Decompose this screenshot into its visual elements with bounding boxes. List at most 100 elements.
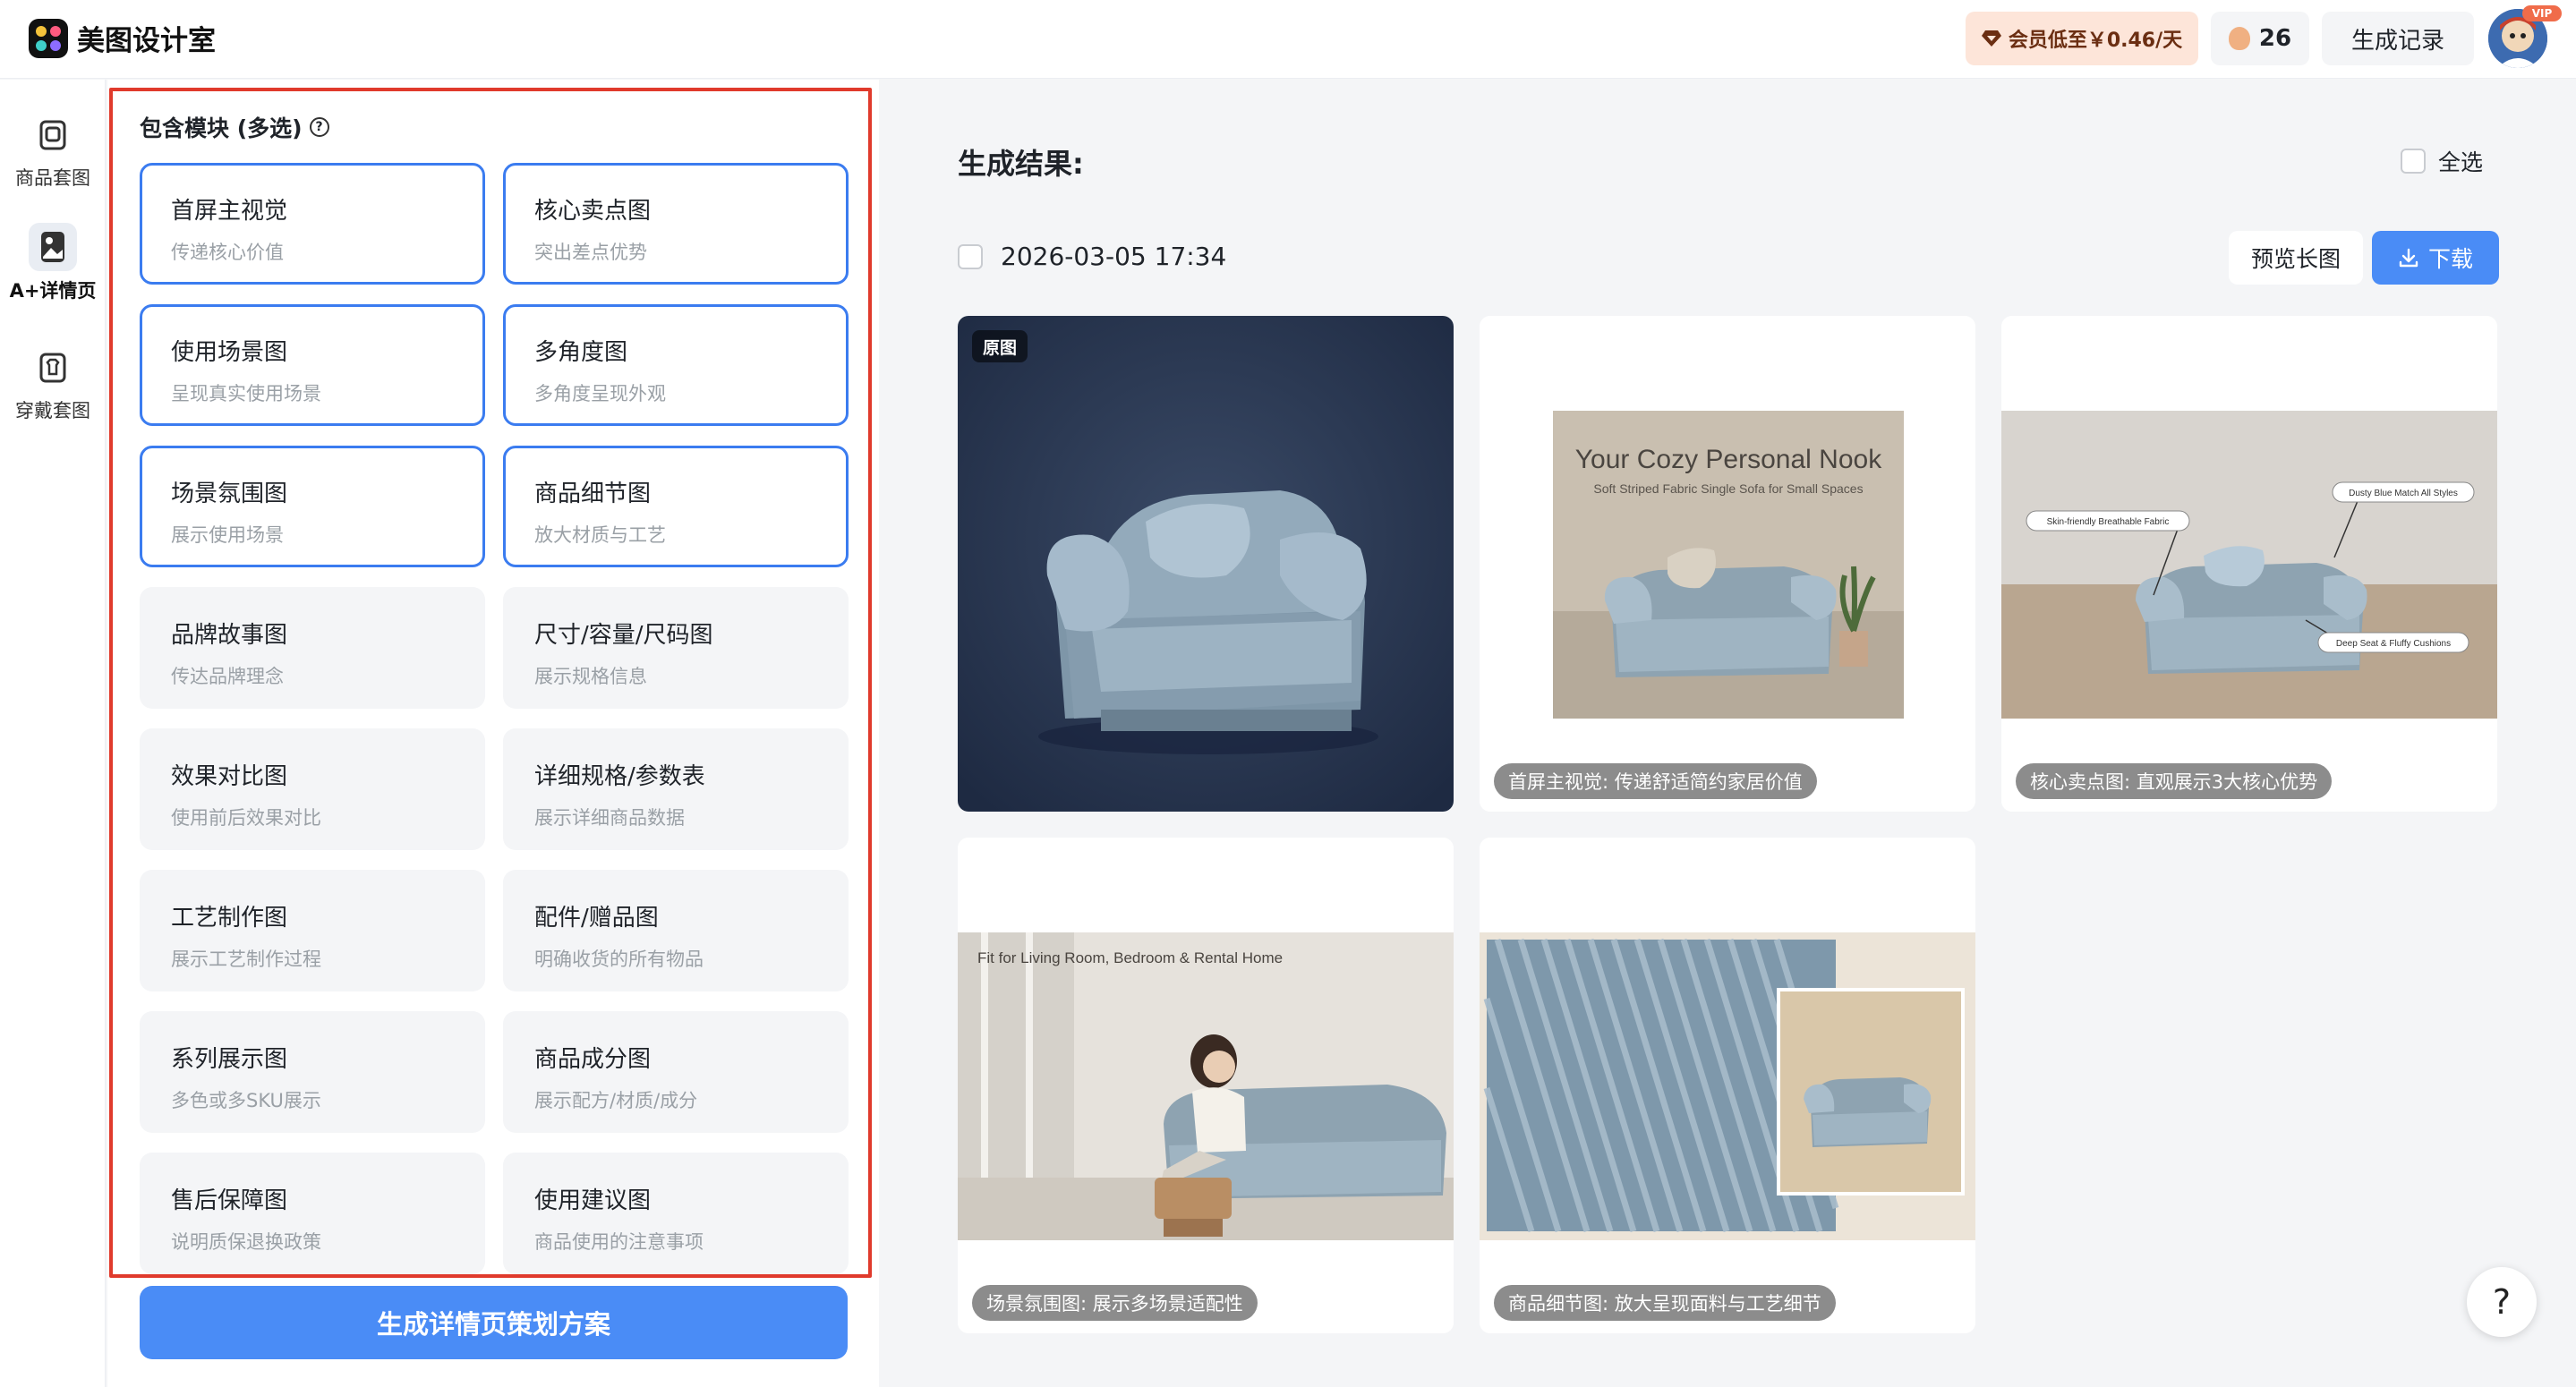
module-title: 效果对比图 xyxy=(171,763,288,790)
hero-subline: Soft Striped Fabric Single Sofa for Smal… xyxy=(1593,481,1863,496)
module-title: 详细规格/参数表 xyxy=(534,763,705,790)
module-title: 商品细节图 xyxy=(534,481,652,507)
module-card[interactable]: 使用场景图呈现真实使用场景 xyxy=(140,304,485,426)
module-card[interactable]: 场景氛围图展示使用场景 xyxy=(140,446,485,567)
result-image-scene[interactable]: Fit for Living Room, Bedroom & Rental Ho… xyxy=(958,838,1454,1333)
diamond-icon xyxy=(1981,30,2001,47)
select-all-checkbox[interactable] xyxy=(2401,149,2426,174)
select-all[interactable]: 全选 xyxy=(2401,145,2483,177)
module-title: 品牌故事图 xyxy=(171,622,288,649)
module-desc: 展示详细商品数据 xyxy=(534,807,685,829)
sidebar-item-wearable-set[interactable]: 穿戴套图 xyxy=(0,343,106,423)
sidebar-item-detail-page[interactable]: A+详情页 xyxy=(0,223,106,303)
vip-badge: VIP xyxy=(2522,5,2562,21)
module-card[interactable]: 首屏主视觉 传递核心价值 xyxy=(140,163,485,285)
result-image-selling-points[interactable]: Skin-friendly Breathable Fabric Dusty Bl… xyxy=(2001,316,2497,812)
preview-long-image-button[interactable]: 预览长图 xyxy=(2229,231,2363,285)
module-card[interactable]: 多角度图 多角度呈现外观 xyxy=(503,304,849,426)
app-logo[interactable]: 美图设计室 xyxy=(29,18,216,58)
sofa-photo xyxy=(958,316,1454,812)
result-image-hero[interactable]: Your Cozy Personal Nook Soft Striped Fab… xyxy=(1480,316,1975,812)
module-desc: 商品使用的注意事项 xyxy=(534,1231,704,1253)
module-desc: 说明质保退换政策 xyxy=(171,1231,321,1253)
modules-title: 包含模块 (多选) ? xyxy=(140,111,329,143)
image-caption: 商品细节图: 放大呈现面料与工艺细节 xyxy=(1494,1285,1836,1321)
batch-checkbox[interactable] xyxy=(958,243,983,269)
side-nav: 商品套图 A+详情页 穿戴套图 xyxy=(0,80,106,1387)
module-title: 核心卖点图 xyxy=(534,198,652,225)
module-card[interactable]: 系列展示图 多色或多SKU展示 xyxy=(140,1011,485,1133)
help-button[interactable]: ? xyxy=(2467,1267,2537,1337)
callout-text: Dusty Blue Match All Styles xyxy=(2349,489,2458,498)
module-title: 使用建议图 xyxy=(534,1187,652,1214)
module-card[interactable]: 品牌故事图传达品牌理念 xyxy=(140,587,485,709)
module-card[interactable]: 配件/赠品图 明确收货的所有物品 xyxy=(503,870,849,991)
generate-plan-button[interactable]: 生成详情页策划方案 xyxy=(140,1286,848,1359)
callout-text: Skin-friendly Breathable Fabric xyxy=(2047,517,2170,527)
module-desc: 传达品牌理念 xyxy=(171,666,284,687)
module-card[interactable]: 尺寸/容量/尺码图展示规格信息 xyxy=(503,587,849,709)
download-label: 下载 xyxy=(2427,246,2473,272)
wearable-set-icon xyxy=(29,343,77,391)
scene-visual: Fit for Living Room, Bedroom & Rental Ho… xyxy=(958,838,1454,1333)
module-title: 配件/赠品图 xyxy=(534,905,659,932)
module-title: 工艺制作图 xyxy=(171,905,288,932)
module-desc: 突出差点优势 xyxy=(534,242,647,263)
module-title: 商品成分图 xyxy=(534,1046,652,1073)
image-caption: 首屏主视觉: 传递舒适简约家居价值 xyxy=(1494,763,1817,799)
detail-visual xyxy=(1480,838,1975,1333)
image-caption: 核心卖点图: 直观展示3大核心优势 xyxy=(2016,763,2333,799)
module-desc: 放大材质与工艺 xyxy=(534,524,666,546)
sidebar-item-product-set[interactable]: 商品套图 xyxy=(0,110,106,191)
result-image-detail[interactable]: 商品细节图: 放大呈现面料与工艺细节 xyxy=(1480,838,1975,1333)
module-desc: 展示规格信息 xyxy=(534,666,647,687)
callout-seat: Deep Seat & Fluffy Cushions xyxy=(2317,632,2469,653)
detail-page-icon xyxy=(29,223,77,271)
credits-count: 26 xyxy=(2258,25,2292,52)
module-desc: 展示工艺制作过程 xyxy=(171,949,321,970)
module-desc: 传递核心价值 xyxy=(171,242,284,263)
download-button[interactable]: 下载 xyxy=(2372,231,2499,285)
history-button[interactable]: 生成记录 xyxy=(2322,12,2474,65)
result-image-original[interactable]: 原图 xyxy=(958,316,1454,812)
module-title: 多角度图 xyxy=(534,339,628,366)
top-bar: 美图设计室 会员低至￥0.46/天 26 生成记录 VIP xyxy=(0,0,2576,79)
hero-visual: Your Cozy Personal Nook Soft Striped Fab… xyxy=(1480,316,1975,812)
module-card[interactable]: 核心卖点图突出差点优势 xyxy=(503,163,849,285)
module-title: 尺寸/容量/尺码图 xyxy=(534,622,713,649)
callout-color: Dusty Blue Match All Styles xyxy=(2332,481,2475,503)
logo-icon xyxy=(29,18,68,58)
module-card[interactable]: 效果对比图使用前后效果对比 xyxy=(140,728,485,850)
credits-button[interactable]: 26 xyxy=(2211,12,2309,65)
callout-fabric: Skin-friendly Breathable Fabric xyxy=(2026,510,2190,532)
callout-text: Deep Seat & Fluffy Cushions xyxy=(2336,639,2451,649)
modules-title-text: 包含模块 (多选) xyxy=(140,115,303,141)
sidebar-item-label: 商品套图 xyxy=(15,167,90,189)
help-circle-icon[interactable]: ? xyxy=(309,117,329,137)
module-card[interactable]: 使用建议图商品使用的注意事项 xyxy=(503,1153,849,1274)
module-desc: 呈现真实使用场景 xyxy=(171,383,321,404)
select-all-label: 全选 xyxy=(2438,149,2484,175)
module-card[interactable]: 商品细节图放大材质与工艺 xyxy=(503,446,849,567)
sidebar-item-label: A+详情页 xyxy=(9,280,97,302)
hero-headline: Your Cozy Personal Nook xyxy=(1575,445,1882,474)
vip-offer-button[interactable]: 会员低至￥0.46/天 xyxy=(1966,12,2198,65)
original-tag: 原图 xyxy=(972,330,1028,362)
batch-timestamp: 2026-03-05 17:34 xyxy=(1001,242,1227,271)
credit-coin-icon xyxy=(2228,27,2250,50)
module-card[interactable]: 售后保障图说明质保退换政策 xyxy=(140,1153,485,1274)
scene-headline: Fit for Living Room, Bedroom & Rental Ho… xyxy=(977,949,1283,966)
module-title: 使用场景图 xyxy=(171,339,288,366)
module-card[interactable]: 商品成分图展示配方/材质/成分 xyxy=(503,1011,849,1133)
product-set-icon xyxy=(29,110,77,158)
selling-points-visual: Skin-friendly Breathable Fabric Dusty Bl… xyxy=(2001,316,2497,812)
module-desc: 多色或多SKU展示 xyxy=(171,1090,321,1111)
sidebar-item-label: 穿戴套图 xyxy=(15,400,90,421)
module-card[interactable]: 工艺制作图展示工艺制作过程 xyxy=(140,870,485,991)
module-card[interactable]: 详细规格/参数表展示详细商品数据 xyxy=(503,728,849,850)
module-title: 场景氛围图 xyxy=(171,481,288,507)
module-title: 售后保障图 xyxy=(171,1187,288,1214)
module-desc: 展示配方/材质/成分 xyxy=(534,1090,698,1111)
module-desc: 使用前后效果对比 xyxy=(171,807,321,829)
module-desc: 展示使用场景 xyxy=(171,524,284,546)
